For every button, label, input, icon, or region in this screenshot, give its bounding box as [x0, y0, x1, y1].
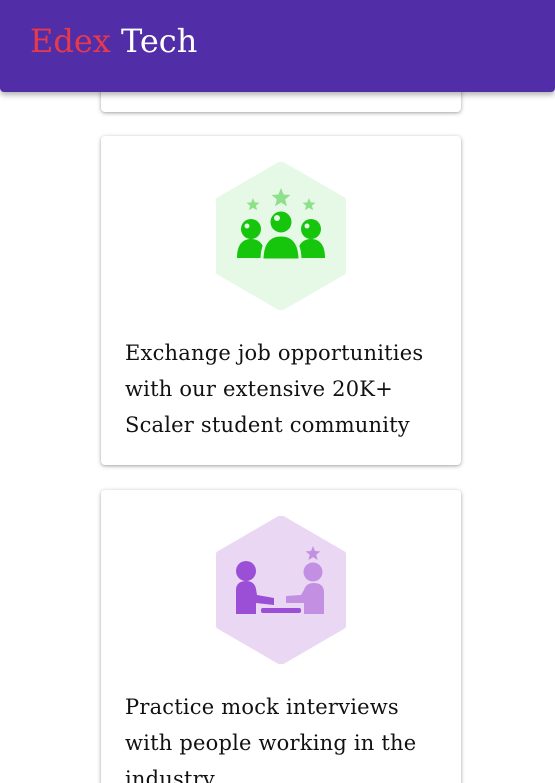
brand-logo[interactable]: Edex Tech — [30, 19, 197, 63]
feature-card-community: Exchange job opportunities with our exte… — [101, 136, 461, 465]
card-description: Practice mock interviews with people wor… — [125, 695, 417, 783]
card-list: Exchange job opportunities with our exte… — [0, 0, 555, 783]
community-icon — [216, 162, 346, 310]
app-bar: Edex Tech — [0, 0, 555, 92]
page: Exchange job opportunities with our exte… — [0, 0, 555, 783]
brand-name-second: Tech — [121, 22, 198, 60]
feature-card-mock-interview: Practice mock interviews with people wor… — [101, 490, 461, 783]
card-description: Exchange job opportunities with our exte… — [125, 341, 424, 437]
brand-name-first: Edex — [30, 22, 111, 60]
mock-interview-icon — [216, 516, 346, 664]
